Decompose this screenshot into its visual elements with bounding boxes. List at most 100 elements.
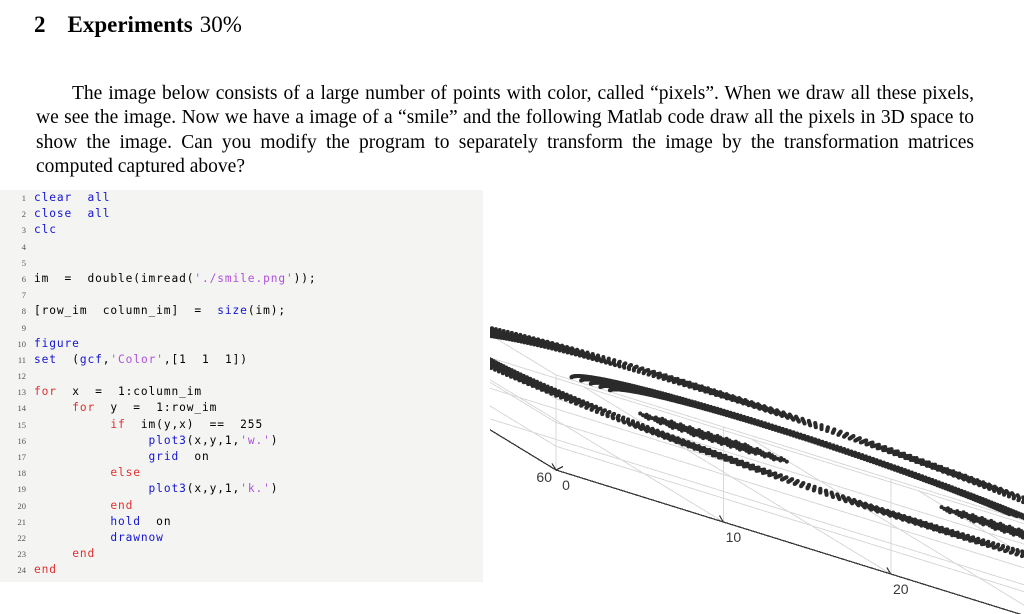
code-line: 4 (0, 239, 483, 255)
code-line: 23 end (0, 546, 483, 562)
code-line-text: close all (34, 206, 110, 222)
code-token: (x,y,1, (186, 482, 241, 496)
code-line-number: 4 (21, 241, 26, 252)
code-token: for (72, 401, 96, 415)
code-line-text: im = double(imread('./smile.png')); (34, 271, 317, 287)
code-line: 1 clear all (0, 190, 483, 206)
code-token: im = double(imread( (34, 271, 195, 285)
code-line: 8 [row_im column_im] = size(im); (0, 303, 483, 319)
axis-tick-label: 20 (893, 581, 909, 597)
code-line-text: clear all (34, 190, 110, 206)
code-token: hold (110, 514, 141, 528)
code-token: ,[1 1 1]) (163, 352, 248, 366)
code-line-number: 10 (17, 338, 27, 349)
section-number: 2 (34, 12, 46, 37)
code-token: on (140, 514, 172, 528)
code-token: 'w.' (240, 433, 271, 447)
code-line-number: 12 (17, 371, 27, 382)
code-line: 21 hold on (0, 514, 483, 530)
axis-tick-label: 60 (536, 469, 552, 485)
code-token: close all (34, 207, 111, 221)
code-line-number: 3 (21, 225, 26, 236)
code-line-number: 11 (17, 354, 26, 365)
code-line: 14 for y = 1:row_im (0, 400, 483, 416)
code-token: grid (148, 450, 180, 463)
code-line: 7 (0, 287, 483, 303)
code-line-number: 2 (21, 209, 26, 220)
code-line: 3 clc (0, 222, 483, 238)
code-line: 16 plot3(x,y,1,'w.') (0, 433, 483, 449)
matlab-3d-plot-figure: 00.511.52020406001020304050 (490, 190, 1024, 614)
code-line-number: 19 (17, 484, 27, 495)
code-line: 13 for x = 1:column_im (0, 384, 483, 400)
code-token: [row_im column_im] = (34, 304, 218, 318)
code-token: 'k.' (240, 482, 271, 496)
code-token: for (34, 385, 57, 399)
code-line-text: hold on (34, 514, 171, 530)
code-line: 10 figure (0, 336, 483, 352)
code-line: 17 grid on (0, 449, 483, 465)
code-line-text: [row_im column_im] = size(im); (34, 303, 286, 319)
code-line-number: 23 (17, 549, 27, 560)
code-token: else (110, 466, 141, 480)
code-line-text: plot3(x,y,1,'w.') (34, 433, 278, 449)
code-line: 12 (0, 368, 483, 384)
matlab-code-listing: 1 clear all 2 close all 3 clc 4 5 6 im = double(i… (0, 190, 483, 582)
code-line-number: 20 (17, 500, 27, 511)
code-line-text: clc (34, 222, 57, 238)
code-line-text: drawnow (34, 530, 164, 546)
code-line: 6 im = double(imread('./smile.png')); (0, 271, 483, 287)
code-token: clear all (34, 191, 111, 204)
code-token: figure (34, 336, 80, 350)
code-token: set (34, 352, 57, 366)
code-line: 22 drawnow (0, 530, 483, 546)
code-token: gcf (79, 352, 103, 366)
code-token: end (72, 547, 96, 561)
code-line-number: 22 (17, 532, 27, 543)
code-line-text: set (gcf,'Color',[1 1 1]) (34, 352, 248, 368)
code-line-number: 14 (17, 403, 27, 414)
code-token: im(y,x) == 255 (125, 417, 264, 431)
code-token: y = 1:row_im (95, 401, 218, 415)
plot-svg: 00.511.52020406001020304050 (490, 326, 1024, 614)
code-line-number: 13 (17, 387, 27, 398)
code-token: ) (270, 482, 279, 496)
code-token: size (217, 304, 248, 318)
code-line-text: if im(y,x) == 255 (34, 417, 263, 433)
axis-tick-label: 10 (726, 529, 742, 545)
code-line-number: 16 (17, 435, 27, 446)
scatter-points (490, 326, 1024, 559)
code-token: plot3 (148, 433, 187, 447)
code-token: 'Color' (110, 352, 164, 366)
code-line-number: 24 (17, 565, 27, 576)
code-line: 24 end (0, 562, 483, 578)
code-token: )); (293, 271, 317, 285)
code-line: 19 plot3(x,y,1,'k.') (0, 481, 483, 497)
code-token: x = 1:column_im (56, 385, 202, 399)
code-line-number: 21 (17, 516, 27, 527)
code-line-text: end (34, 562, 57, 578)
code-line-text: grid on (34, 449, 210, 465)
code-token: drawnow (110, 530, 164, 544)
code-line: 20 end (0, 498, 483, 514)
code-line: 9 (0, 320, 483, 336)
code-token: clc (34, 223, 57, 237)
code-line-number: 7 (21, 290, 26, 301)
code-line: 15 if im(y,x) == 255 (0, 417, 483, 433)
code-line-text: figure (34, 336, 80, 352)
code-token: on (179, 450, 210, 463)
page-title: 2 Experiments 30% (34, 10, 242, 40)
code-line-number: 15 (17, 419, 27, 430)
code-token: (im); (247, 304, 286, 318)
code-token: './smile.png' (194, 271, 294, 285)
code-line-number: 18 (17, 468, 27, 479)
code-line-number: 6 (21, 273, 26, 284)
code-token: end (34, 563, 57, 577)
